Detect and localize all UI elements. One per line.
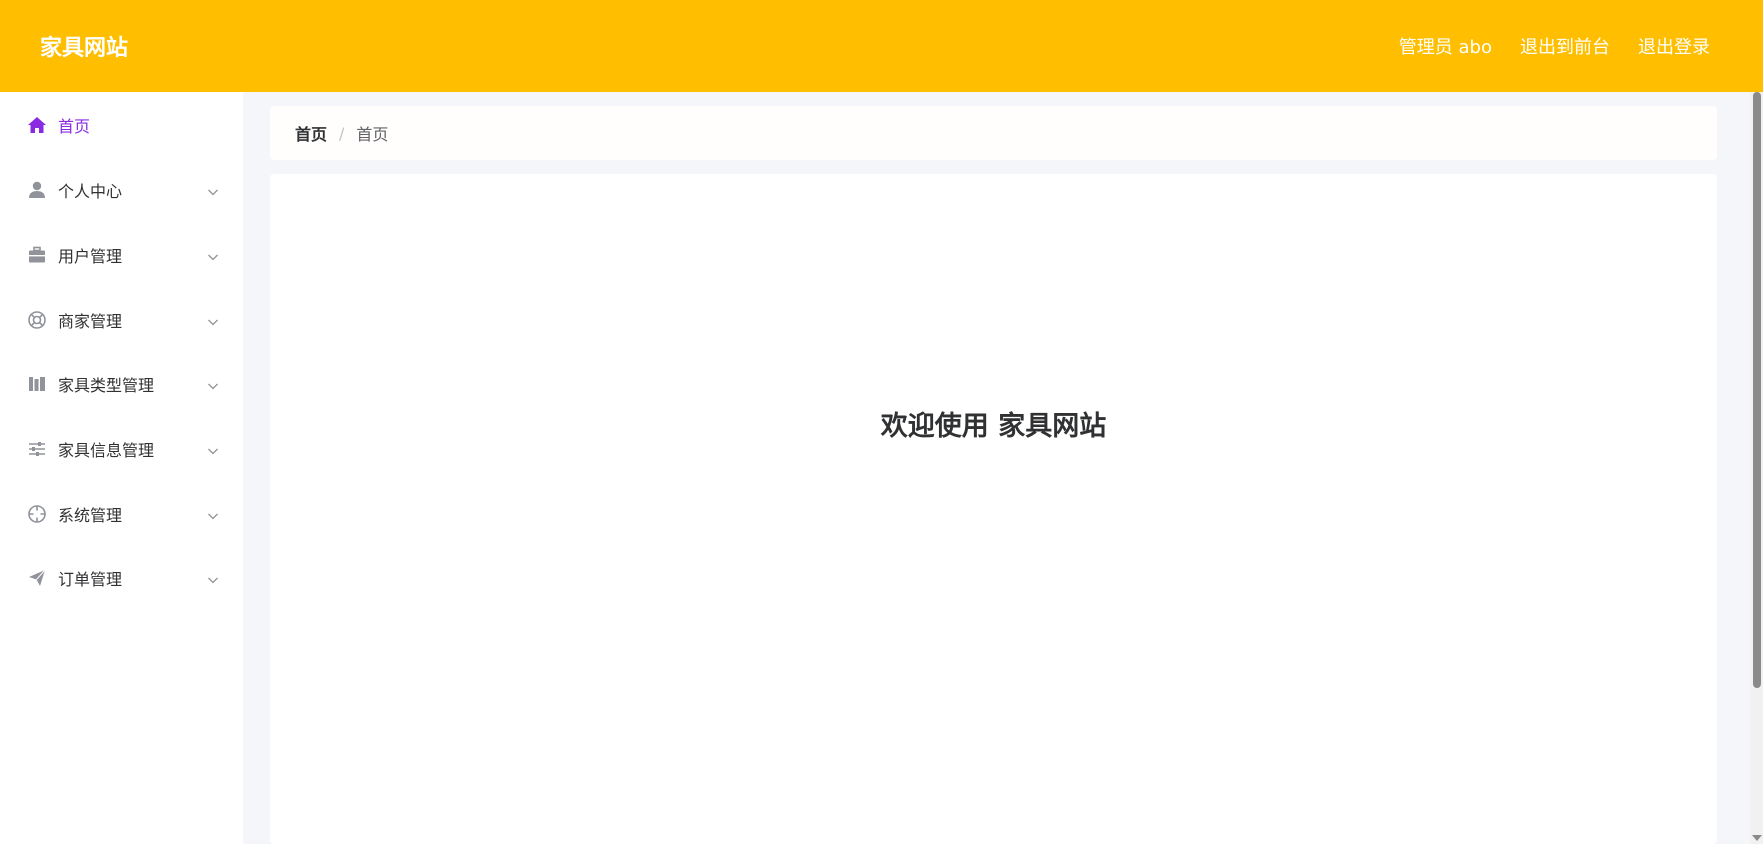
sidebar-item-home[interactable]: 首页 bbox=[0, 92, 243, 158]
crosshair-icon bbox=[27, 504, 47, 524]
sidebar-item-order-management[interactable]: 订单管理 bbox=[0, 546, 243, 611]
sidebar-item-system-management[interactable]: 系统管理 bbox=[0, 481, 243, 546]
scrollbar-thumb[interactable] bbox=[1753, 92, 1761, 688]
welcome-title: 欢迎使用 家具网站 bbox=[880, 411, 1107, 442]
chevron-down-icon bbox=[207, 313, 219, 326]
home-icon bbox=[27, 115, 47, 135]
site-brand: 家具网站 bbox=[40, 36, 129, 61]
logout-link[interactable]: 退出登录 bbox=[1638, 33, 1710, 59]
chevron-down-icon bbox=[207, 248, 219, 261]
library-icon bbox=[27, 374, 47, 394]
sidebar-item-label: 家具类型管理 bbox=[58, 376, 155, 396]
paper-plane-icon bbox=[27, 568, 47, 588]
page-scrollbar[interactable] bbox=[1750, 92, 1763, 844]
sidebar-item-label: 系统管理 bbox=[58, 505, 123, 525]
user-icon bbox=[27, 180, 47, 200]
exit-to-front-link[interactable]: 退出到前台 bbox=[1520, 33, 1610, 59]
header-actions: 管理员 abo 退出到前台 退出登录 bbox=[1399, 33, 1710, 59]
chevron-down-icon bbox=[207, 571, 219, 584]
sliders-icon bbox=[27, 439, 47, 459]
breadcrumb-separator: / bbox=[339, 123, 345, 143]
breadcrumb-home-link[interactable]: 首页 bbox=[295, 121, 327, 145]
sidebar-item-merchant-management[interactable]: 商家管理 bbox=[0, 287, 243, 352]
sidebar-item-label: 个人中心 bbox=[58, 182, 123, 202]
sidebar-menu: 首页 个人中心 用户管理 商家管理 家具类型管理 家具信息管理 系统管理 订单管… bbox=[0, 92, 243, 844]
breadcrumb-current: 首页 bbox=[356, 125, 389, 144]
chevron-down-icon bbox=[207, 442, 219, 455]
sidebar-item-label: 首页 bbox=[58, 117, 91, 136]
lifebuoy-icon bbox=[27, 310, 47, 330]
sidebar-item-furniture-info-management[interactable]: 家具信息管理 bbox=[0, 417, 243, 482]
sidebar-item-label: 商家管理 bbox=[58, 311, 123, 331]
sidebar-item-label: 家具信息管理 bbox=[58, 441, 155, 461]
sidebar-item-furniture-type-management[interactable]: 家具类型管理 bbox=[0, 352, 243, 417]
top-header: 家具网站 管理员 abo 退出到前台 退出登录 bbox=[0, 0, 1763, 92]
sidebar-item-label: 订单管理 bbox=[58, 570, 123, 590]
sidebar-item-personal-center[interactable]: 个人中心 bbox=[0, 158, 243, 223]
briefcase-icon bbox=[27, 245, 47, 265]
chevron-down-icon bbox=[207, 377, 219, 390]
scroll-down-arrow-icon[interactable] bbox=[1752, 835, 1762, 841]
chevron-down-icon bbox=[207, 507, 219, 520]
sidebar-item-user-management[interactable]: 用户管理 bbox=[0, 223, 243, 288]
breadcrumb: 首页 / 首页 bbox=[270, 106, 1717, 160]
main-content-panel: 欢迎使用 家具网站 bbox=[270, 174, 1717, 844]
sidebar-item-label: 用户管理 bbox=[58, 247, 123, 267]
current-user-label: 管理员 abo bbox=[1398, 37, 1492, 58]
chevron-down-icon bbox=[207, 183, 219, 196]
